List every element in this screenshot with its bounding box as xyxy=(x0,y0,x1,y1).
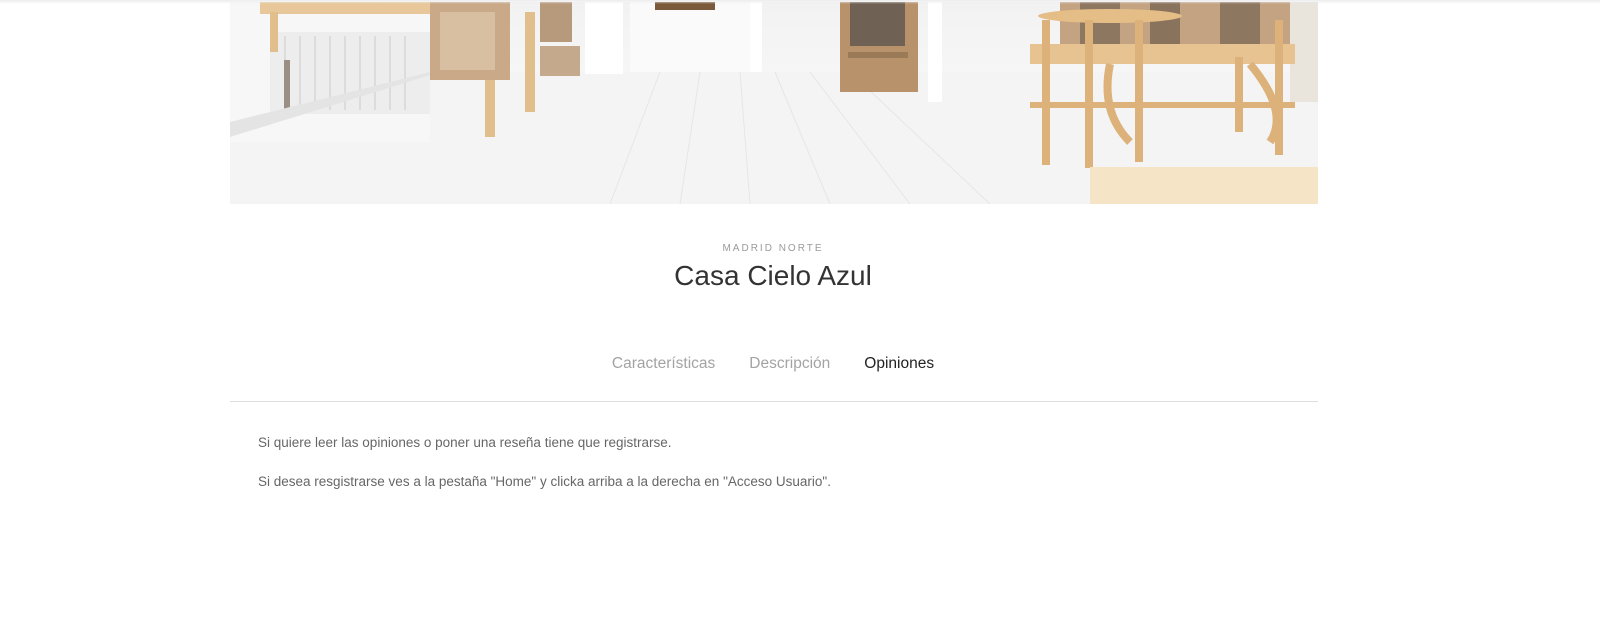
reviews-panel: Si quiere leer las opiniones o poner una… xyxy=(258,434,1298,512)
property-location: MADRID NORTE xyxy=(722,243,824,254)
property-tabs: Características Descripción Opiniones xyxy=(0,355,1546,373)
tabs-divider xyxy=(230,401,1318,402)
reviews-login-required-text: Si quiere leer las opiniones o poner una… xyxy=(258,435,672,450)
tab-caracteristicas[interactable]: Características xyxy=(612,355,715,373)
property-hero-image xyxy=(230,2,1318,204)
tab-opiniones[interactable]: Opiniones xyxy=(864,355,934,373)
reviews-register-instructions-text: Si desea resgistrarse ves a la pestaña "… xyxy=(258,474,831,489)
tab-descripcion[interactable]: Descripción xyxy=(749,355,830,373)
property-title: Casa Cielo Azul xyxy=(674,260,872,291)
header-shadow xyxy=(0,0,1600,4)
